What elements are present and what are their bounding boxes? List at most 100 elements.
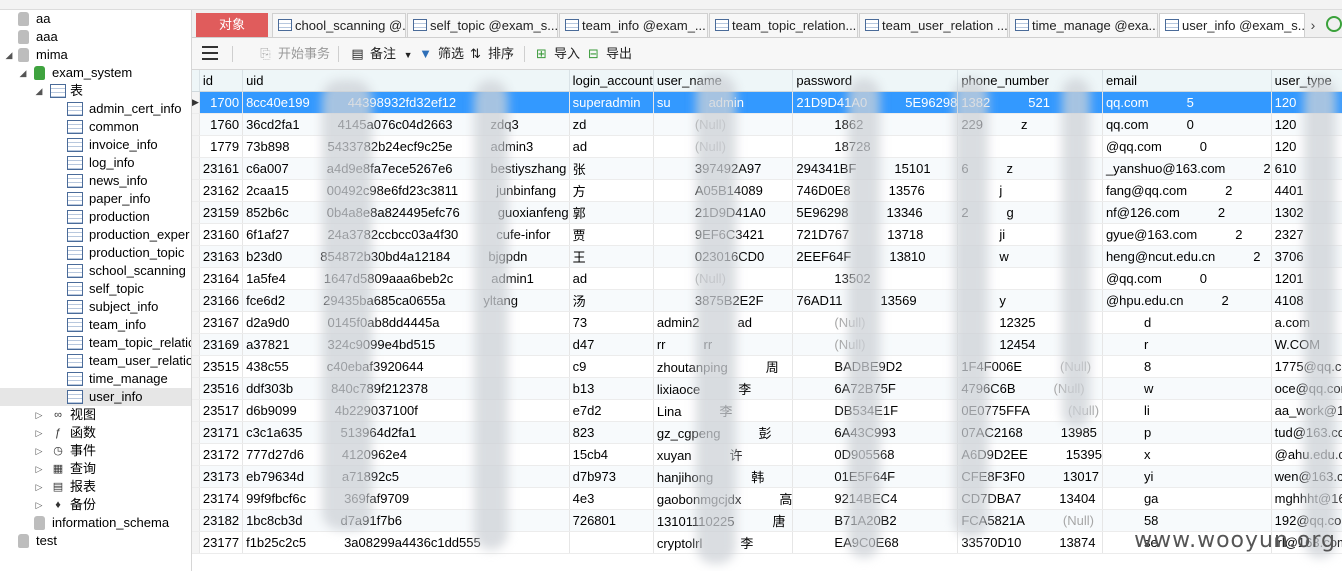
cell-uid[interactable]: 99f9fbcf6c 369faf9709	[242, 487, 570, 510]
cell-id[interactable]: 23171	[199, 421, 244, 444]
begin-transaction-button[interactable]: ⎘ 开始事务	[258, 44, 330, 64]
cell-login_account[interactable]	[569, 531, 654, 554]
tab-time_manage[interactable]: time_manage @exa...	[1009, 13, 1158, 37]
tab-team_info[interactable]: team_info @exam_...	[559, 13, 708, 37]
cell-id[interactable]: 23162	[199, 179, 244, 202]
cell-uid[interactable]: f1b25c2c5 3a08299a4436c1dd555	[242, 531, 570, 554]
cell-uid[interactable]: 438c55 c40ebaf3920644	[242, 355, 570, 378]
collapse-arrow-icon[interactable]: ◢	[18, 64, 28, 82]
cell-login_account[interactable]: 15cb4	[569, 443, 654, 466]
cell-email[interactable]: qq.com 0	[1102, 113, 1272, 136]
cell-login_account[interactable]: ad	[569, 267, 654, 290]
cell-uid[interactable]: ddf303b 840c789f212378	[242, 377, 570, 400]
cell-uid[interactable]: 8cc40e199 44398932fd32ef12	[242, 91, 570, 114]
cell-uid[interactable]: d6b9099 4b229037100f	[242, 399, 570, 422]
cell-id[interactable]: 23163	[199, 245, 244, 268]
cell-login_account[interactable]: 4e3	[569, 487, 654, 510]
cell-login_account[interactable]: 823	[569, 421, 654, 444]
tree-table-team_user_relatio[interactable]: team_user_relatio	[0, 352, 191, 370]
tab-objects[interactable]: 对象	[196, 13, 268, 37]
tree-table-common[interactable]: common	[0, 118, 191, 136]
cell-uid[interactable]: 73b898 5433782b24ecf9c25e admin3	[242, 135, 570, 158]
cell-email[interactable]: li	[1102, 399, 1272, 422]
tree-node-event[interactable]: ▷ ◷ 事件	[0, 442, 191, 460]
cell-uid[interactable]: 6f1af27 24a3782ccbcc03a4f30 cufe-infor	[242, 223, 570, 246]
tree-table-production_topic[interactable]: production_topic	[0, 244, 191, 262]
tree-node-backup[interactable]: ▷ ♦ 备份	[0, 496, 191, 514]
cell-uid[interactable]: 1a5fe4 1647d5809aaa6beb2c admin1	[242, 267, 570, 290]
cell-uid[interactable]: fce6d229435ba685ca0655ayltang	[242, 289, 570, 312]
cell-login_account[interactable]: e7d2	[569, 399, 654, 422]
tree-database-exam-system[interactable]: ◢ exam_system	[0, 64, 191, 82]
tree-table-school_scanning[interactable]: school_scanning	[0, 262, 191, 280]
cell-login_account[interactable]: 郭	[569, 201, 654, 224]
cell-login_account[interactable]: zd	[569, 113, 654, 136]
tree-table-team_topic_relatic[interactable]: team_topic_relatic	[0, 334, 191, 352]
tree-node-query[interactable]: ▷ ▦ 查询	[0, 460, 191, 478]
import-button[interactable]: ⊞ 导入	[534, 44, 580, 64]
expand-arrow-icon[interactable]: ▷	[34, 442, 44, 460]
column-header-uid[interactable]: uid	[242, 70, 570, 92]
cell-email[interactable]: d	[1102, 311, 1272, 334]
tree-node-report[interactable]: ▷ ▤ 报表	[0, 478, 191, 496]
tree-table-news_info[interactable]: news_info	[0, 172, 191, 190]
cell-login_account[interactable]: b13	[569, 377, 654, 400]
cell-uid[interactable]: 2caa15 00492c98e6fd23c3811 junbinfang	[242, 179, 570, 202]
tree-table-time_manage[interactable]: time_manage	[0, 370, 191, 388]
cell-email[interactable]: nf@126.com 2	[1102, 201, 1272, 224]
cell-id[interactable]: 23160	[199, 223, 244, 246]
chevron-down-icon[interactable]: ▼	[404, 50, 413, 60]
cell-id[interactable]: 23177	[199, 531, 244, 554]
cell-email[interactable]: heng@ncut.edu.cn 2	[1102, 245, 1272, 268]
cell-uid[interactable]: 852b6c 0b4a8e8a824495efc76 guoxianfeng	[242, 201, 570, 224]
cell-email[interactable]: @qq.com 0	[1102, 135, 1272, 158]
expand-arrow-icon[interactable]: ▷	[34, 478, 44, 496]
tree-connection-aa[interactable]: aa	[0, 10, 191, 28]
cell-uid[interactable]: 1bc8cb3d d7a91f7b6	[242, 509, 570, 532]
cell-login_account[interactable]: c9	[569, 355, 654, 378]
expand-arrow-icon[interactable]: ▷	[34, 460, 44, 478]
cell-uid[interactable]: 777d27d6 4120962e4	[242, 443, 570, 466]
cell-id[interactable]: 1760	[199, 113, 244, 136]
object-tree[interactable]: aa aaa ◢ mima ◢ exam_system ◢ 表 admin_cert_info c…	[0, 10, 192, 571]
expand-arrow-icon[interactable]: ▷	[34, 406, 44, 424]
cell-email[interactable]: p	[1102, 421, 1272, 444]
tree-node-view[interactable]: ▷ ∞ 视图	[0, 406, 191, 424]
cell-uid[interactable]: b23d0854872b30bd4a12184bjgpdn	[242, 245, 570, 268]
tree-node-function[interactable]: ▷ ƒ 函数	[0, 424, 191, 442]
expand-arrow-icon[interactable]: ▷	[34, 496, 44, 514]
cell-login_account[interactable]: 王	[569, 245, 654, 268]
cell-id[interactable]: 23174	[199, 487, 244, 510]
cell-id[interactable]: 23173	[199, 465, 244, 488]
tree-table-self_topic[interactable]: self_topic	[0, 280, 191, 298]
cell-email[interactable]: 8	[1102, 355, 1272, 378]
menu-icon[interactable]	[202, 46, 218, 60]
cell-id[interactable]: 23182	[199, 509, 244, 532]
cell-email[interactable]: @qq.com 0	[1102, 267, 1272, 290]
tree-table-invoice_info[interactable]: invoice_info	[0, 136, 191, 154]
tab-team_user_relation[interactable]: team_user_relation ...	[859, 13, 1008, 37]
tree-tables-node[interactable]: ◢ 表	[0, 82, 191, 100]
cell-uid[interactable]: d2a9d0 0145f0ab8dd4445a	[242, 311, 570, 334]
tree-table-team_info[interactable]: team_info	[0, 316, 191, 334]
cell-id[interactable]: 23164	[199, 267, 244, 290]
export-button[interactable]: ⊟ 导出	[586, 44, 632, 64]
tree-database-information_schema[interactable]: information_schema	[0, 514, 191, 532]
cell-id[interactable]: 1700	[199, 91, 244, 114]
refresh-icon[interactable]	[1326, 16, 1342, 32]
tab-team_topic_relation...[interactable]: team_topic_relation...	[709, 13, 858, 37]
tab-scroll-right-icon[interactable]: ›	[1306, 15, 1320, 35]
tree-table-admin_cert_info[interactable]: admin_cert_info	[0, 100, 191, 118]
tree-table-log_info[interactable]: log_info	[0, 154, 191, 172]
tree-table-production[interactable]: production	[0, 208, 191, 226]
data-grid[interactable]: id uid login_account user_name password phone…	[192, 70, 1342, 571]
cell-id[interactable]: 23172	[199, 443, 244, 466]
cell-uid[interactable]: c3c1a635 513964d2fa1	[242, 421, 570, 444]
cell-id[interactable]: 1779	[199, 135, 244, 158]
memo-button[interactable]: ▤ 备注 ▼	[350, 44, 413, 64]
cell-id[interactable]: 23515	[199, 355, 244, 378]
cell-login_account[interactable]: d7b973	[569, 465, 654, 488]
collapse-arrow-icon[interactable]: ◢	[4, 46, 14, 64]
tree-connection-test[interactable]: test	[0, 532, 191, 550]
tree-table-paper_info[interactable]: paper_info	[0, 190, 191, 208]
